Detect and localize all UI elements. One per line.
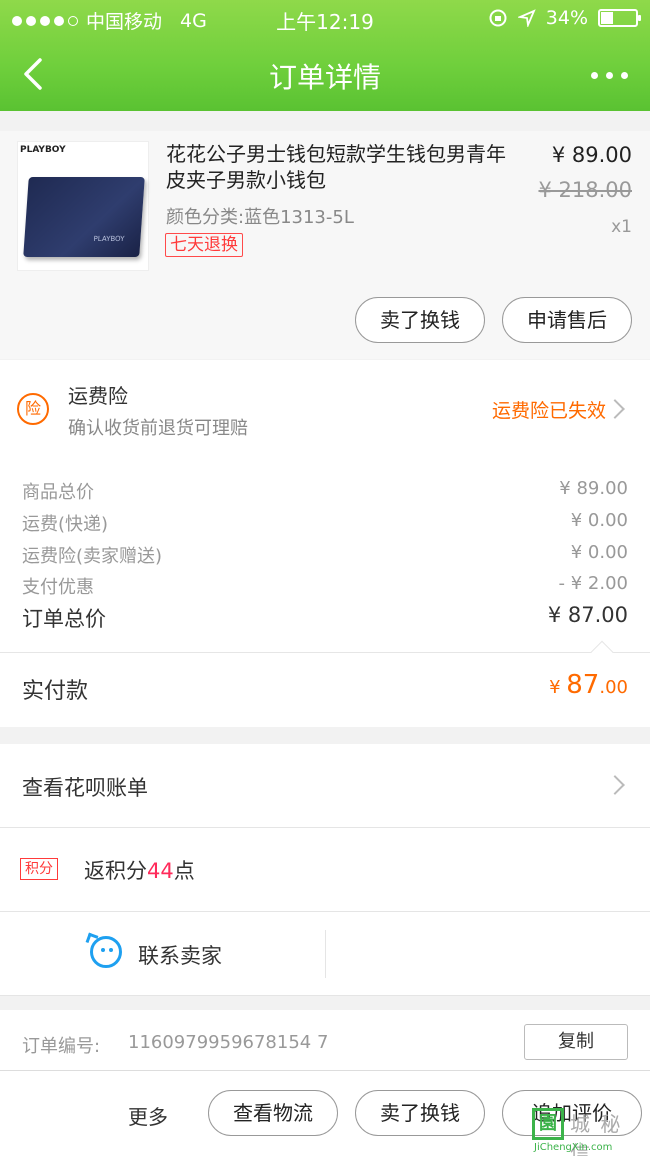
app-header: 中国移动 4G 上午12:19 34% 订单详情 <box>0 0 650 111</box>
contact-seller-button[interactable]: 联系卖家 <box>138 940 222 970</box>
product-card[interactable]: PLAYBOY PLAYBOY 花花公子男士钱包短款学生钱包男青年皮夹子男款小钱… <box>0 131 650 359</box>
contact-row: 联系卖家 <box>0 912 650 996</box>
huabei-bill-label: 查看花呗账单 <box>22 776 148 800</box>
watermark-logo-icon: 園 <box>532 1108 564 1140</box>
points-badge: 积分 <box>20 858 58 880</box>
huabei-bill-row[interactable]: 查看花呗账单 <box>0 744 650 828</box>
copy-button[interactable]: 复制 <box>524 1024 628 1060</box>
price-row: 运费(快递) ¥ 0.00 <box>22 510 628 535</box>
more-button[interactable]: 更多 <box>128 1101 168 1130</box>
page-title: 订单详情 <box>268 61 381 94</box>
order-number-label: 订单编号: <box>22 1036 101 1057</box>
chat-bubble-icon[interactable] <box>90 936 122 968</box>
sell-for-cash-button[interactable]: 卖了换钱 <box>355 1090 485 1136</box>
action-list: 查看花呗账单 积分 返积分44点 联系卖家 <box>0 744 650 996</box>
product-price: ¥ 89.00 <box>551 143 632 167</box>
order-total-row: 订单总价 ¥ 87.00 <box>22 603 628 631</box>
battery-icon <box>598 9 641 27</box>
insurance-subtitle: 确认收货前退货可理赔 <box>68 418 248 439</box>
sell-for-cash-button[interactable]: 卖了换钱 <box>355 297 485 343</box>
view-logistics-button[interactable]: 查看物流 <box>208 1090 338 1136</box>
chevron-right-icon[interactable] <box>605 399 625 419</box>
order-summary: 险 运费险 确认收货前退货可理赔 运费险已失效 商品总价 ¥ 89.00 运费(快… <box>0 360 650 727</box>
chevron-right-icon <box>605 775 625 795</box>
brand-logo: PLAYBOY <box>20 145 66 155</box>
watermark-en: JiChengXin.com <box>534 1142 613 1153</box>
actual-payment-label: 实付款 <box>22 679 89 704</box>
points-row: 积分 返积分44点 <box>0 828 650 912</box>
more-options-icon[interactable] <box>591 72 628 79</box>
insurance-icon: 险 <box>17 393 49 425</box>
insurance-status[interactable]: 运费险已失效 <box>492 396 606 423</box>
price-row: 运费险(卖家赠送) ¥ 0.00 <box>22 542 628 567</box>
seven-day-return-badge: 七天退换 <box>165 233 243 257</box>
navigation-bar: 订单详情 <box>0 36 650 111</box>
apply-after-sale-button[interactable]: 申请售后 <box>502 297 632 343</box>
order-info: 订单编号: 1160979959678154 7 复制 <box>0 1010 650 1070</box>
actual-payment-amount: ¥ 87.00 <box>549 670 628 700</box>
bottom-action-bar: 更多 查看物流 卖了换钱 追加评价 園 城 秘 信 JiChengXin.com <box>0 1070 650 1156</box>
divider-notch <box>590 640 614 664</box>
wallet-illustration: PLAYBOY <box>23 177 145 257</box>
location-arrow-icon <box>517 9 536 27</box>
orientation-lock-icon <box>489 9 507 27</box>
points-text: 返积分44点 <box>84 859 195 883</box>
price-row: 商品总价 ¥ 89.00 <box>22 478 628 503</box>
divider <box>325 930 326 978</box>
product-image[interactable]: PLAYBOY PLAYBOY <box>17 141 149 271</box>
site-watermark: 園 城 秘 信 JiChengXin.com <box>532 1106 644 1156</box>
insurance-title: 运费险 <box>68 384 128 408</box>
product-name[interactable]: 花花公子男士钱包短款学生钱包男青年皮夹子男款小钱包 <box>166 141 506 193</box>
original-price: ¥ 218.00 <box>538 178 632 202</box>
product-quantity: x1 <box>611 217 632 237</box>
battery-percent: 34% <box>545 7 588 29</box>
price-row: 支付优惠 - ¥ 2.00 <box>22 573 628 598</box>
order-number: 1160979959678154 7 <box>128 1032 329 1053</box>
product-sku: 颜色分类:蓝色1313-5L <box>166 207 354 228</box>
status-bar: 中国移动 4G 上午12:19 34% <box>0 0 650 36</box>
divider <box>0 652 650 653</box>
